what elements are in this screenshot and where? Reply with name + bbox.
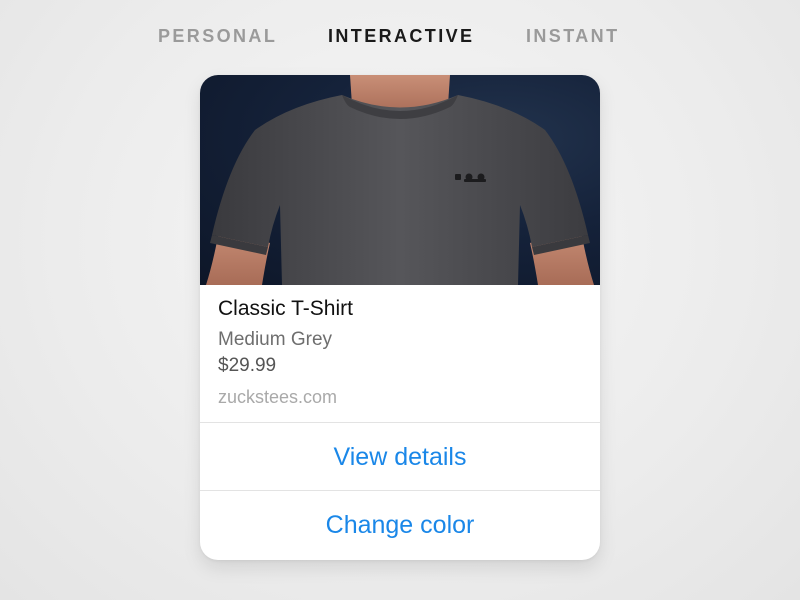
product-domain: zuckstees.com: [218, 387, 338, 407]
tab-bar: PERSONAL INTERACTIVE INSTANT: [0, 26, 800, 50]
product-variant: Medium Grey: [218, 329, 333, 350]
product-title: Classic T-Shirt: [218, 297, 353, 320]
view-details-button[interactable]: View details: [200, 423, 600, 491]
product-card: Classic T-Shirt Medium Grey $29.99 zucks…: [200, 75, 600, 560]
tab-instant[interactable]: INSTANT: [526, 26, 619, 47]
t-shirt-photo: [206, 75, 594, 285]
product-price: $29.99: [218, 355, 277, 376]
tab-personal[interactable]: PERSONAL: [158, 26, 277, 47]
product-image[interactable]: [200, 75, 600, 285]
tab-interactive[interactable]: INTERACTIVE: [328, 26, 474, 47]
change-color-button[interactable]: Change color: [200, 491, 600, 559]
